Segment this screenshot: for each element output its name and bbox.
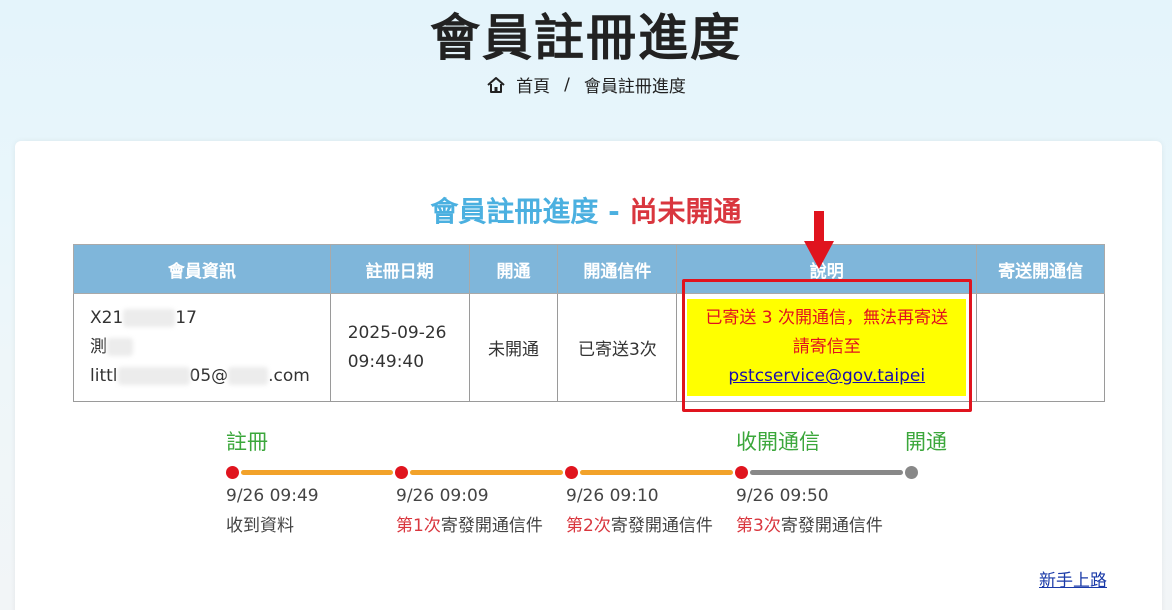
send-mail-cell — [976, 293, 1105, 402]
col-mail: 開通信件 — [557, 244, 678, 294]
event-desc: 第2次寄發開通信件 — [566, 516, 713, 536]
page-title: 會員註冊進度 — [430, 9, 742, 67]
status-heading-state: 尚未開通 — [629, 195, 742, 228]
status-heading: 會員註冊進度 - 尚未開通 — [0, 192, 1172, 232]
col-activated: 開通 — [468, 244, 559, 294]
event-time: 9/26 09:10 — [566, 486, 659, 506]
highlight-frame — [682, 279, 972, 412]
timeline-dot — [226, 466, 239, 479]
redacted-text — [117, 367, 190, 385]
timeline-dot — [735, 466, 748, 479]
timeline-segment — [410, 470, 563, 475]
col-reg-date: 註冊日期 — [329, 244, 470, 294]
member-name: 測 — [90, 333, 330, 362]
event-desc: 第1次寄發開通信件 — [396, 516, 543, 536]
down-arrow-icon — [804, 211, 834, 269]
breadcrumb-current: 會員註冊進度 — [583, 77, 686, 97]
reg-time: 09:49:40 — [347, 351, 425, 372]
timeline-segment — [241, 470, 393, 475]
timeline-segment — [580, 470, 733, 475]
step-activate: 開通 — [905, 430, 947, 454]
col-send-mail: 寄送開通信 — [976, 244, 1105, 294]
event-time: 9/26 09:50 — [736, 486, 829, 506]
event-desc: 第3次寄發開通信件 — [736, 516, 883, 536]
breadcrumb: 首頁 / 會員註冊進度 — [0, 72, 1172, 97]
breadcrumb-separator: / — [564, 74, 570, 95]
timeline-dot — [565, 466, 578, 479]
activated-status: 未開通 — [468, 293, 559, 402]
reg-date-cell: 2025-09-26 09:49:40 — [329, 293, 470, 402]
redacted-text — [123, 309, 176, 327]
mail-status: 已寄送3次 — [557, 293, 678, 402]
member-info-cell: X21 17 測 littl 05@ .com — [73, 293, 331, 402]
col-member-info: 會員資訊 — [73, 244, 331, 294]
member-email: littl 05@ .com — [90, 366, 310, 386]
timeline-dot — [395, 466, 408, 479]
timeline-segment — [750, 470, 903, 475]
event-desc: 收到資料 — [226, 516, 294, 536]
step-receive: 收開通信 — [736, 430, 820, 454]
redacted-text — [107, 338, 133, 356]
reg-date: 2025-09-26 — [347, 322, 447, 343]
event-time: 9/26 09:49 — [226, 486, 319, 506]
redacted-text — [228, 367, 269, 385]
status-heading-prefix: 會員註冊進度 - — [430, 195, 630, 228]
timeline-dot — [905, 466, 918, 479]
home-icon[interactable] — [486, 75, 506, 95]
newbie-guide-link[interactable]: 新手上路 — [1039, 566, 1107, 591]
step-register: 註冊 — [226, 430, 268, 454]
member-id: X21 17 — [90, 308, 197, 328]
event-time: 9/26 09:09 — [396, 486, 489, 506]
breadcrumb-home-link[interactable]: 首頁 — [516, 72, 550, 97]
